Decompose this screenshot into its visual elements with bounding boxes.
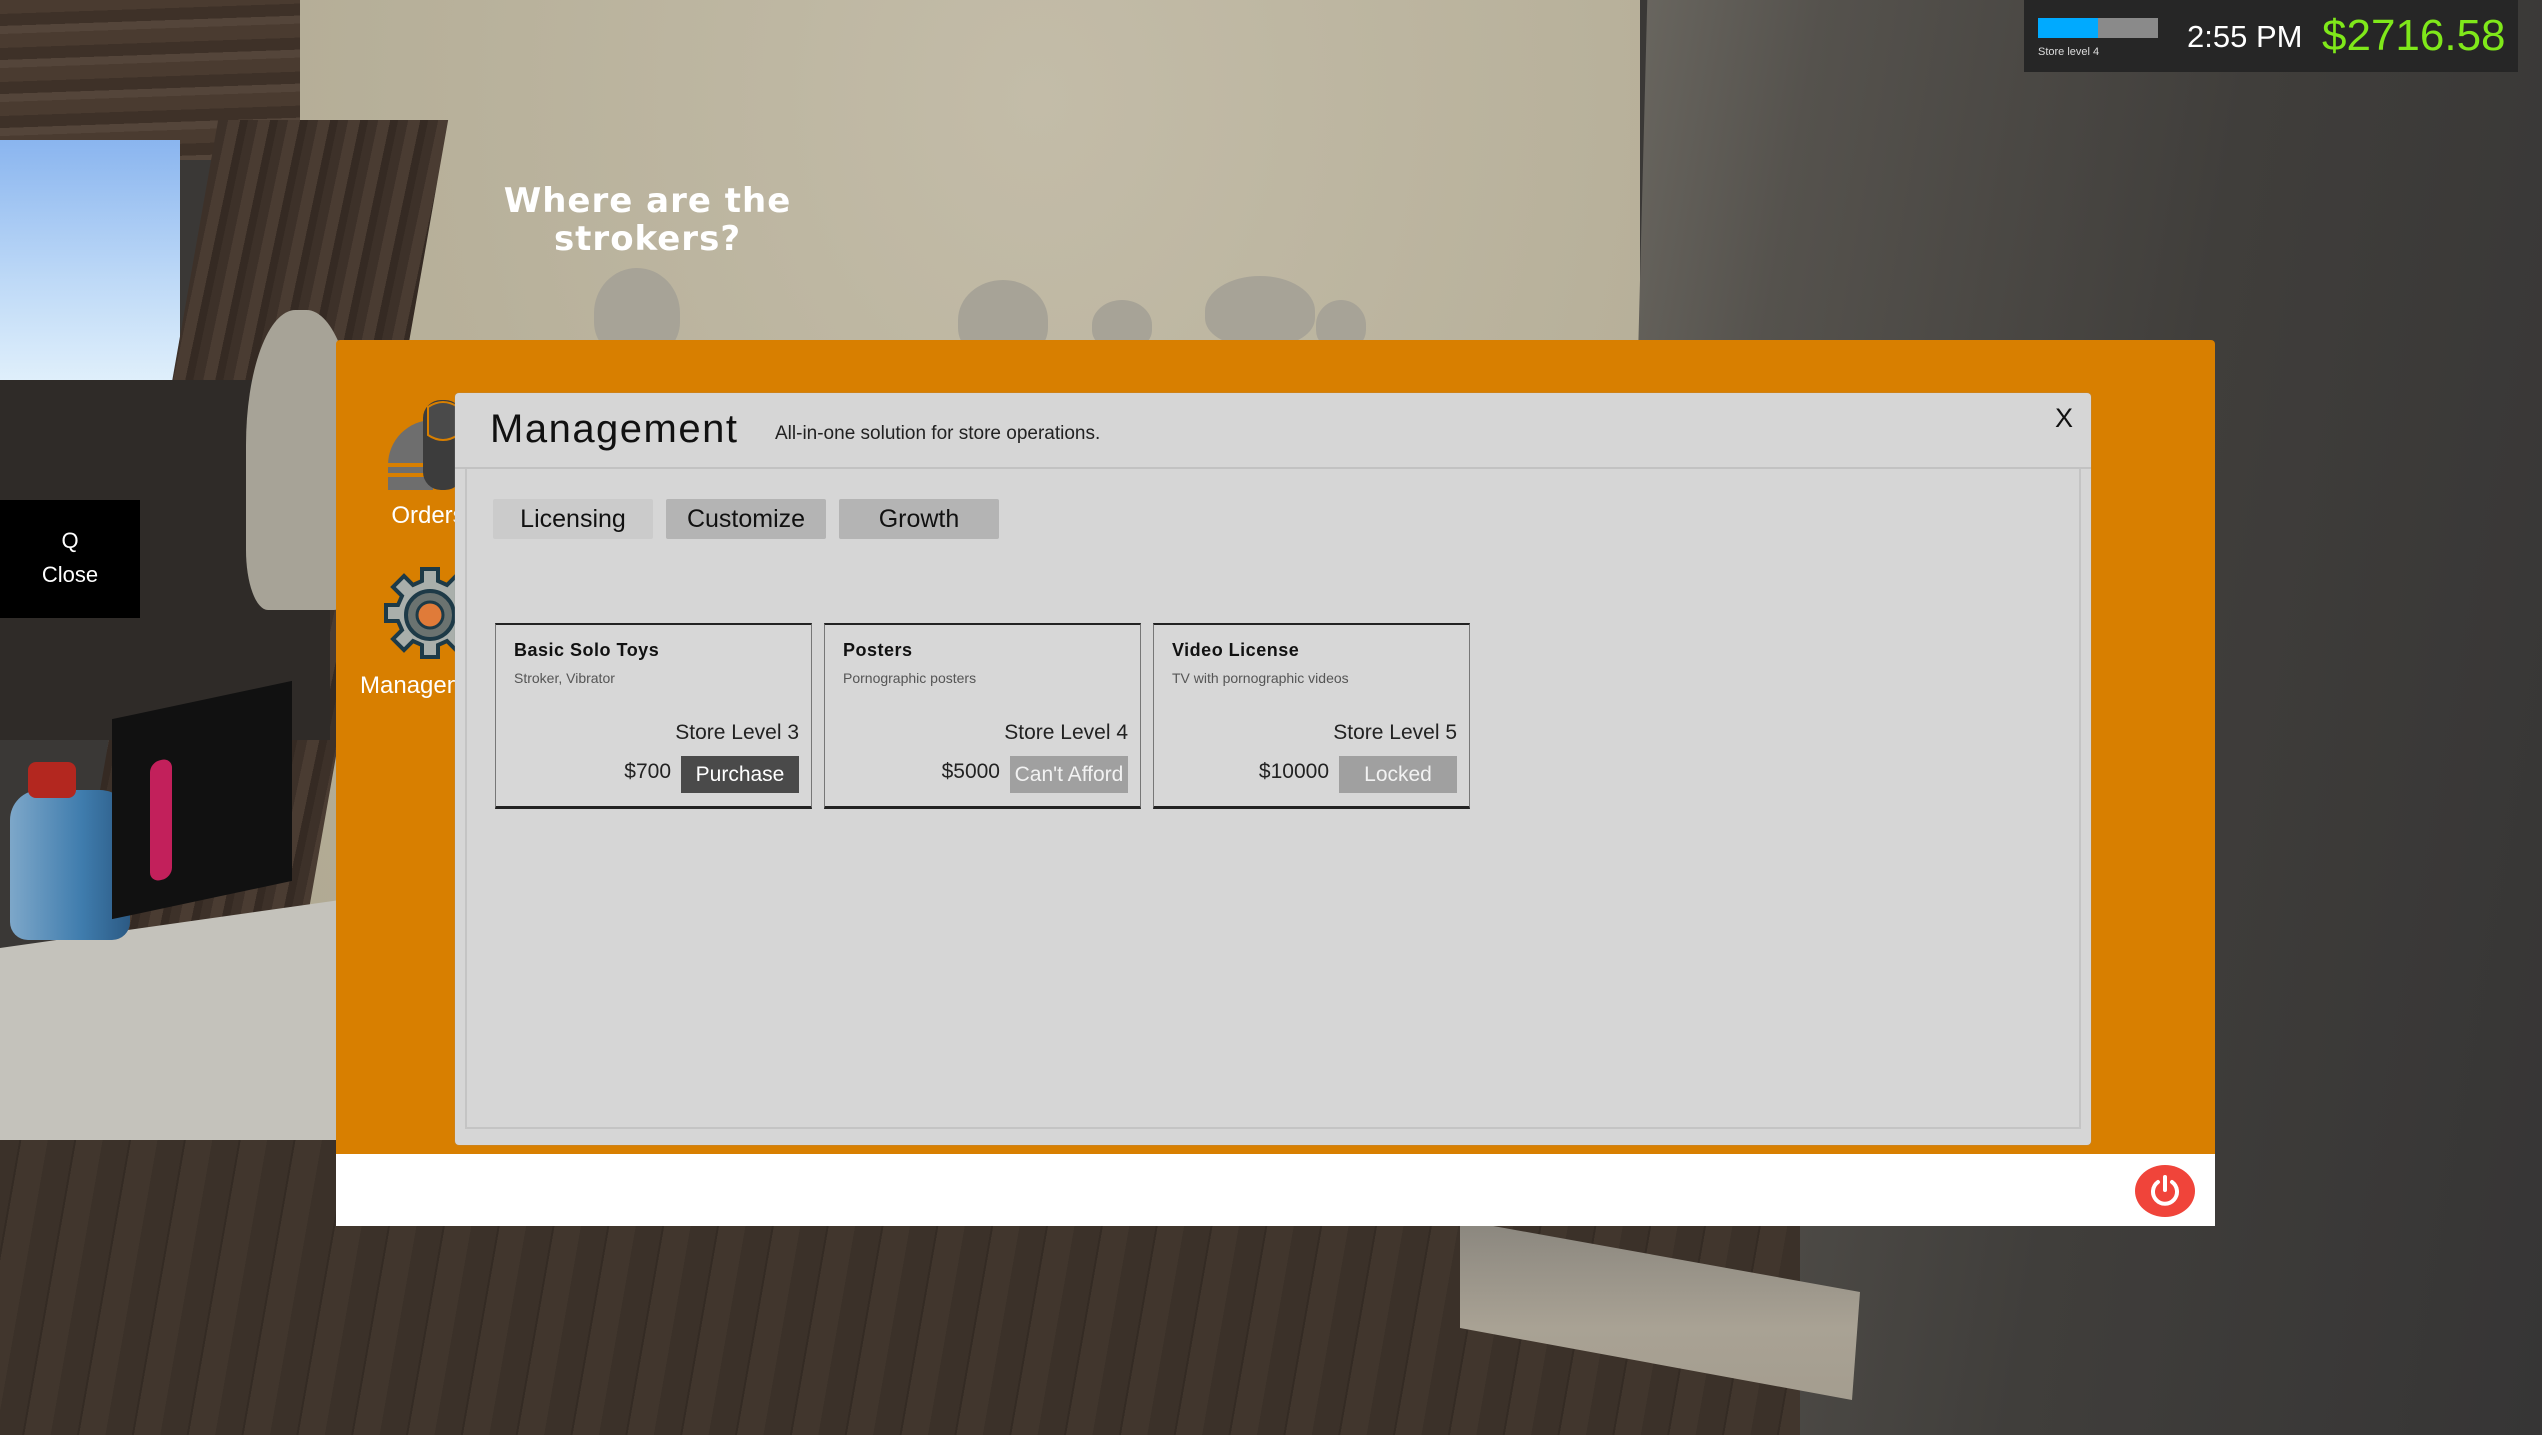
locked-button[interactable]: Locked — [1339, 756, 1457, 793]
money-balance: $2716.58 — [2322, 11, 2506, 60]
license-card: Posters Pornographic posters Store Level… — [824, 623, 1141, 809]
license-description: TV with pornographic videos — [1172, 670, 1349, 686]
close-button[interactable]: X — [2055, 403, 2073, 434]
store-level-progress-fill — [2038, 18, 2098, 38]
product-box-item — [150, 757, 172, 883]
tab-licensing[interactable]: Licensing — [493, 499, 653, 539]
license-name: Basic Solo Toys — [514, 640, 660, 660]
cant-afford-button[interactable]: Can't Afford — [1010, 756, 1128, 793]
power-button[interactable] — [2135, 1165, 2195, 1217]
hint-key: Q — [61, 528, 79, 553]
window-header: Management All-in-one solution for store… — [455, 393, 2091, 469]
window-subtitle: All-in-one solution for store operations… — [775, 423, 1101, 444]
license-card: Video License TV with pornographic video… — [1153, 623, 1470, 809]
license-description: Stroker, Vibrator — [514, 670, 615, 686]
license-description: Pornographic posters — [843, 670, 977, 686]
taskbar — [336, 1154, 2215, 1226]
window-body: Licensing Customize Growth Basic Solo To… — [465, 469, 2081, 1129]
store-level-label: Store level 4 — [2038, 46, 2100, 58]
close-hint[interactable]: Q Close — [0, 500, 140, 618]
purchase-button[interactable]: Purchase — [681, 756, 799, 793]
license-requirement: Store Level 4 — [1004, 721, 1128, 744]
management-window: Management All-in-one solution for store… — [455, 393, 2091, 1145]
license-list: Basic Solo Toys Stroker, Vibrator Store … — [495, 623, 1470, 809]
tab-growth[interactable]: Growth — [839, 499, 999, 539]
license-requirement: Store Level 5 — [1333, 721, 1457, 744]
license-card: Basic Solo Toys Stroker, Vibrator Store … — [495, 623, 812, 809]
tab-customize[interactable]: Customize — [666, 499, 826, 539]
license-requirement: Store Level 3 — [675, 721, 799, 744]
bottle-cap — [28, 762, 76, 798]
license-name: Video License — [1172, 640, 1300, 660]
license-name: Posters — [843, 640, 913, 660]
power-icon — [2151, 1175, 2179, 1206]
tab-bar: Licensing Customize Growth — [493, 499, 999, 539]
license-price: $700 — [624, 760, 671, 783]
customer-speech: Where are the strokers? — [503, 181, 792, 259]
sky-window — [0, 140, 180, 380]
customer-head — [1205, 276, 1315, 346]
license-price: $5000 — [941, 760, 1000, 783]
game-clock: 2:55 PM — [2187, 19, 2303, 54]
hud-panel: Store level 4 2:55 PM $2716.58 — [2024, 0, 2518, 72]
window-title: Management — [490, 407, 739, 451]
store-level-progress-bar — [2038, 18, 2158, 38]
license-price: $10000 — [1258, 760, 1329, 783]
product-box — [112, 680, 292, 920]
hint-label: Close — [41, 562, 99, 587]
